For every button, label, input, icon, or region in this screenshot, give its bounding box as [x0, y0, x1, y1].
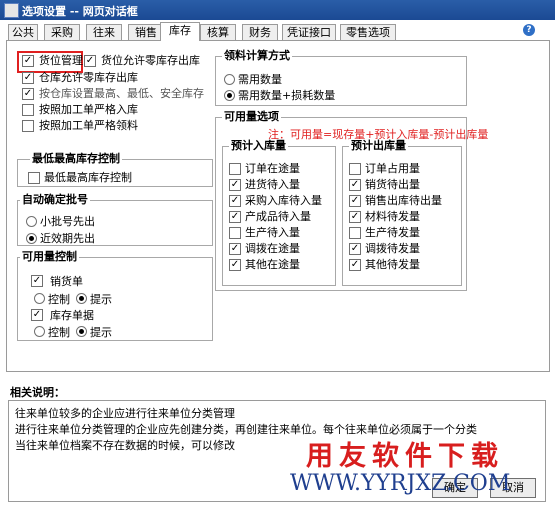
tab-voucher-interface[interactable]: 凭证接口	[282, 24, 336, 40]
checkbox-other-in-transit[interactable]: ✓	[229, 259, 241, 271]
checkbox-stock-documents[interactable]: ✓	[31, 309, 43, 321]
location-zero-stock-label: 货位允许零库存出库	[101, 54, 200, 67]
checkbox-other-pending-issue[interactable]: ✓	[349, 259, 361, 271]
sales-issue-pending-label: 销售出库待出量	[365, 194, 442, 207]
description-line: 往来单位较多的企业应进行往来单位分类管理	[15, 407, 235, 420]
incoming-group-title: 预计入库量	[229, 139, 288, 152]
auto-batch-group: 自动确定批号 小批号先出 近效期先出	[17, 193, 213, 246]
checkbox-sales-pending-out[interactable]: ✓	[349, 179, 361, 191]
checkbox-production-pending-in[interactable]	[229, 227, 241, 239]
checkbox-sales-issue-pending[interactable]: ✓	[349, 195, 361, 207]
location-mgmt-label: 货位管理	[39, 54, 83, 67]
strict-inbound-label: 按照加工单严格入库	[39, 103, 138, 116]
window-title: 选项设置 -- 网页对话框	[22, 5, 138, 18]
description-title: 相关说明：	[10, 386, 65, 399]
order-occupied-label: 订单占用量	[365, 162, 420, 175]
checkbox-transfer-pending-issue[interactable]: ✓	[349, 243, 361, 255]
checkbox-order-occupied[interactable]	[349, 163, 361, 175]
stock-control-label: 控制	[48, 326, 70, 339]
checkbox-warehouse-limits[interactable]: ✓	[22, 88, 34, 100]
tab-public[interactable]: 公共	[8, 24, 38, 40]
checkbox-transfer-in-transit[interactable]: ✓	[229, 243, 241, 255]
available-control-group-title: 可用量控制	[20, 250, 79, 263]
radio-stock-control[interactable]	[34, 326, 45, 337]
checkbox-production-pending-issue[interactable]	[349, 227, 361, 239]
checkbox-sales-order[interactable]: ✓	[31, 275, 43, 287]
available-options-group: 可用量选项 注：可用量=现存量+预计入库量-预计出库量 预计入库量 订单在途量 …	[215, 110, 488, 291]
other-in-transit-label: 其他在途量	[245, 258, 300, 271]
radio-stock-hint[interactable]	[76, 326, 87, 337]
production-pending-in-label: 生产待入量	[245, 226, 300, 239]
finished-goods-pending-label: 产成品待入量	[245, 210, 311, 223]
stock-documents-label: 库存单据	[50, 309, 94, 322]
tab-inventory[interactable]: 库存	[160, 22, 200, 41]
watermark-url: WWW.YYRJXZ.COM	[290, 471, 511, 496]
tab-contacts[interactable]: 往来	[86, 24, 122, 40]
checkbox-finished-goods-pending[interactable]: ✓	[229, 211, 241, 223]
warehouse-zero-stock-label: 仓库允许零库存出库	[39, 71, 138, 84]
sales-control-label: 控制	[48, 293, 70, 306]
checkbox-strict-inbound[interactable]	[22, 104, 34, 116]
radio-required-qty[interactable]	[224, 74, 235, 85]
app-icon	[4, 3, 19, 18]
other-pending-issue-label: 其他待发量	[365, 258, 420, 271]
tab-sales[interactable]: 销售	[128, 24, 164, 40]
radio-near-expiry-first[interactable]	[26, 233, 37, 244]
purchase-pending-in-label: 进货待入量	[245, 178, 300, 191]
available-control-group: 可用量控制 ✓ 销货单 控制 提示 ✓ 库存单据 控制 提示	[17, 250, 213, 341]
tab-retail-options[interactable]: 零售选项	[340, 24, 396, 40]
max-stock-group: 最低最高库存控制 最低最高库存控制	[17, 152, 213, 187]
auto-batch-group-title: 自动确定批号	[20, 193, 90, 206]
warehouse-limits-label: 按仓库设置最高、最低、安全库存	[39, 87, 204, 100]
available-options-title: 可用量选项	[222, 110, 281, 123]
max-stock-control-label: 最低最高库存控制	[44, 171, 132, 184]
material-pending-issue-label: 材料待发量	[365, 210, 420, 223]
help-icon[interactable]: ?	[523, 24, 535, 36]
checkbox-material-pending-issue[interactable]: ✓	[349, 211, 361, 223]
required-qty-label: 需用数量	[238, 73, 282, 86]
outgoing-group: 预计出库量 订单占用量 ✓ 销货待出量 ✓ 销售出库待出量 ✓ 材料待发量 生产…	[342, 139, 462, 286]
tab-purchase[interactable]: 采购	[44, 24, 80, 40]
transfer-in-transit-label: 调拨在途量	[245, 242, 300, 255]
radio-required-plus-loss[interactable]	[224, 90, 235, 101]
near-expiry-first-label: 近效期先出	[40, 232, 95, 245]
strict-picking-label: 按照加工单严格领料	[39, 119, 138, 132]
inventory-options-panel: ✓ 货位管理 ✓ 货位允许零库存出库 ✓ 仓库允许零库存出库 ✓ 按仓库设置最高…	[6, 40, 550, 372]
picking-calc-group-title: 领料计算方式	[222, 49, 292, 62]
description-line: 当往来单位档案不存在数据的时候，可以修改	[15, 439, 235, 452]
outgoing-group-title: 预计出库量	[349, 139, 408, 152]
sales-order-label: 销货单	[50, 275, 83, 288]
picking-calc-group: 领料计算方式 需用数量 需用数量+损耗数量	[215, 49, 467, 106]
checkbox-location-mgmt[interactable]: ✓	[22, 55, 34, 67]
title-bar: 选项设置 -- 网页对话框	[0, 0, 555, 20]
checkbox-location-zero-stock[interactable]: ✓	[84, 55, 96, 67]
order-in-transit-label: 订单在途量	[245, 162, 300, 175]
small-batch-first-label: 小批号先出	[40, 215, 95, 228]
incoming-group: 预计入库量 订单在途量 ✓ 进货待入量 ✓ 采购入库待入量 ✓ 产成品待入量 生…	[222, 139, 336, 286]
production-pending-issue-label: 生产待发量	[365, 226, 420, 239]
radio-small-batch-first[interactable]	[26, 216, 37, 227]
required-plus-loss-label: 需用数量+损耗数量	[238, 89, 336, 102]
checkbox-purchase-pending-in[interactable]: ✓	[229, 179, 241, 191]
max-stock-group-title: 最低最高库存控制	[30, 152, 122, 165]
checkbox-strict-picking[interactable]	[22, 120, 34, 132]
sales-hint-label: 提示	[90, 293, 112, 306]
tab-finance[interactable]: 财务	[242, 24, 278, 40]
radio-sales-hint[interactable]	[76, 293, 87, 304]
checkbox-purchase-receipt-pending[interactable]: ✓	[229, 195, 241, 207]
tab-accounting[interactable]: 核算	[200, 24, 236, 40]
checkbox-warehouse-zero-stock[interactable]: ✓	[22, 72, 34, 84]
stock-hint-label: 提示	[90, 326, 112, 339]
purchase-receipt-pending-label: 采购入库待入量	[245, 194, 322, 207]
watermark-text: 用友软件下载	[306, 441, 504, 472]
checkbox-order-in-transit[interactable]	[229, 163, 241, 175]
transfer-pending-issue-label: 调拨待发量	[365, 242, 420, 255]
checkbox-max-stock-control[interactable]	[28, 172, 40, 184]
sales-pending-out-label: 销货待出量	[365, 178, 420, 191]
radio-sales-control[interactable]	[34, 293, 45, 304]
